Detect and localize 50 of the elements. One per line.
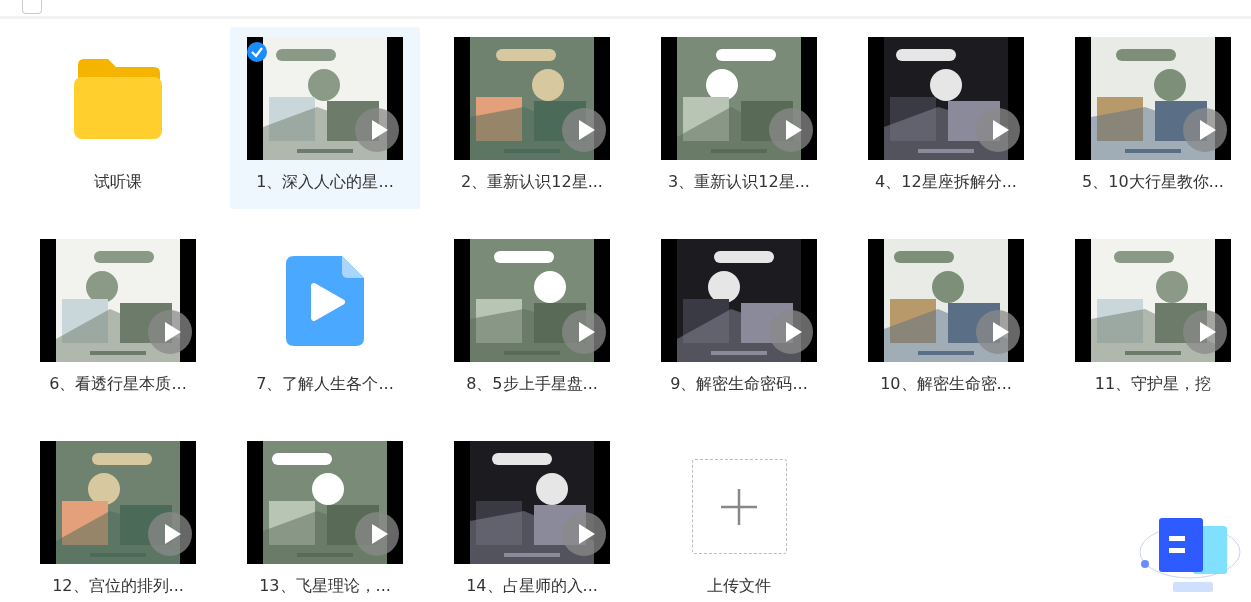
file-tile[interactable]: 试听课 (23, 27, 213, 209)
file-name: 试听课 (94, 172, 142, 193)
file-tile[interactable]: 14、占星师的入... (437, 431, 627, 602)
file-name: 8、5步上手星盘... (466, 374, 598, 395)
file-name: 6、看透行星本质... (49, 374, 187, 395)
file-name: 4、12星座拆解分... (875, 172, 1017, 193)
play-icon[interactable] (355, 512, 399, 556)
file-tile[interactable]: 4、12星座拆解分... (851, 27, 1041, 209)
plus-icon (719, 486, 759, 527)
play-icon[interactable] (769, 108, 813, 152)
file-tile[interactable]: 5、10大行星教你... (1058, 27, 1248, 209)
file-name: 上传文件 (707, 576, 771, 597)
file-name: 12、宫位的排列... (52, 576, 184, 597)
video-file-icon (286, 255, 364, 346)
folder-icon (72, 56, 164, 141)
file-name: 10、解密生命密... (880, 374, 1012, 395)
play-icon[interactable] (148, 512, 192, 556)
file-name: 9、解密生命密码... (670, 374, 808, 395)
checkbox[interactable] (22, 0, 42, 14)
play-icon[interactable] (976, 310, 1020, 354)
file-tile[interactable]: 上传文件 (644, 431, 834, 602)
file-tile[interactable]: 2、重新认识12星... (437, 27, 627, 209)
file-name: 7、了解人生各个... (256, 374, 394, 395)
play-icon[interactable] (148, 310, 192, 354)
file-tile[interactable]: 12、宫位的排列... (23, 431, 213, 602)
file-name: 11、守护星，挖 (1094, 374, 1212, 395)
file-tile[interactable]: 9、解密生命密码... (644, 229, 834, 411)
play-icon[interactable] (562, 310, 606, 354)
file-tile[interactable]: 3、重新认识12星... (644, 27, 834, 209)
file-name: 14、占星师的入... (466, 576, 598, 597)
play-icon[interactable] (562, 512, 606, 556)
file-tile[interactable]: 1、深入人心的星... (230, 27, 420, 209)
file-tile[interactable]: 8、5步上手星盘... (437, 229, 627, 411)
file-tile[interactable]: 11、守护星，挖 (1058, 229, 1248, 411)
play-icon[interactable] (1183, 108, 1227, 152)
play-icon[interactable] (976, 108, 1020, 152)
file-name: 13、飞星理论，... (259, 576, 391, 597)
file-name: 2、重新认识12星... (461, 172, 603, 193)
file-name: 1、深入人心的星... (256, 172, 394, 193)
file-tile[interactable]: 6、看透行星本质... (23, 229, 213, 411)
play-icon[interactable] (1183, 310, 1227, 354)
play-icon[interactable] (355, 108, 399, 152)
play-icon[interactable] (769, 310, 813, 354)
file-name: 3、重新认识12星... (668, 172, 810, 193)
file-name: 5、10大行星教你... (1082, 172, 1224, 193)
play-icon[interactable] (562, 108, 606, 152)
file-tile[interactable]: 13、飞星理论，... (230, 431, 420, 602)
file-tile[interactable]: 7、了解人生各个... (230, 229, 420, 411)
file-tile[interactable]: 10、解密生命密... (851, 229, 1041, 411)
check-icon[interactable] (247, 42, 267, 62)
